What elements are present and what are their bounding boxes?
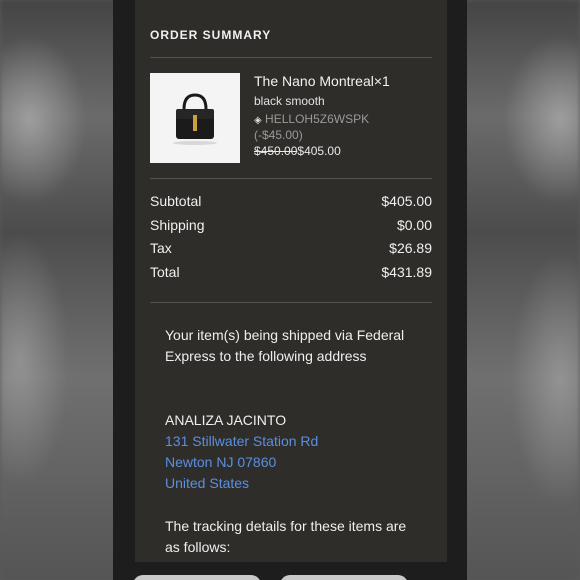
totals-label: Total (150, 264, 180, 280)
order-summary-title: ORDER SUMMARY (150, 28, 272, 42)
bottom-action-button[interactable] (133, 575, 261, 580)
divider (150, 178, 432, 179)
address-city-link[interactable]: Newton NJ 07860 (165, 452, 415, 473)
bottom-action-button[interactable] (280, 575, 408, 580)
address-street-link[interactable]: 131 Stillwater Station Rd (165, 431, 415, 452)
totals-row-subtotal: Subtotal $405.00 (150, 193, 432, 209)
product-image[interactable] (150, 73, 240, 163)
divider (150, 57, 432, 58)
handbag-icon (173, 93, 217, 145)
recipient-name: ANALIZA JACINTO (165, 412, 287, 428)
address-country-link[interactable]: United States (165, 473, 415, 494)
product-variant: black smooth (254, 94, 325, 108)
promo-discount: (-$45.00) (254, 128, 303, 142)
promo-code: HELLOH5Z6WSPK (265, 112, 370, 126)
totals-value: $431.89 (381, 264, 432, 280)
totals-label: Subtotal (150, 193, 202, 209)
tag-icon: ◈ (254, 115, 262, 126)
totals-value: $26.89 (389, 240, 432, 256)
totals-label: Shipping (150, 217, 205, 233)
totals-value: $405.00 (381, 193, 432, 209)
totals-row-shipping: Shipping $0.00 (150, 217, 432, 233)
totals-value: $0.00 (396, 217, 432, 233)
tracking-intro: The tracking details for these items are… (165, 518, 407, 555)
shipping-intro: Your item(s) being shipped via Federal E… (165, 327, 405, 364)
original-price: $450.00 (254, 144, 298, 158)
product-name[interactable]: The Nano Montreal×1 (254, 73, 390, 89)
promo-block: ◈ HELLOH5Z6WSPK (-$45.00) (254, 112, 369, 143)
product-price: $450.00$405.00 (254, 144, 341, 158)
totals-label: Tax (150, 240, 172, 256)
totals-row-tax: Tax $26.89 (150, 240, 432, 256)
sale-price: $405.00 (297, 144, 341, 158)
totals-row-total: Total $431.89 (150, 264, 432, 280)
divider (150, 302, 432, 303)
